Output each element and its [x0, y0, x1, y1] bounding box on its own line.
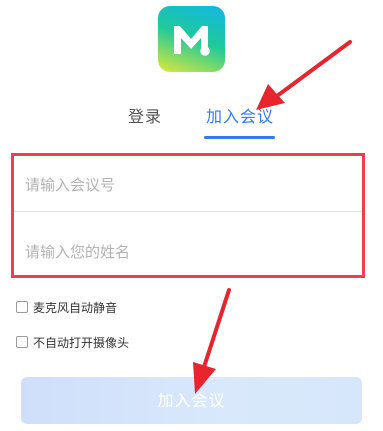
tab-join-meeting[interactable]: 加入会议	[206, 103, 274, 127]
meeting-id-input[interactable]	[23, 156, 347, 214]
app-logo-m-icon	[174, 26, 210, 56]
name-field-container	[14, 223, 362, 281]
active-tab-indicator	[204, 136, 275, 139]
meeting-id-field-container	[14, 156, 362, 214]
join-meeting-button[interactable]: 加入会议	[21, 377, 362, 424]
name-input[interactable]	[23, 223, 347, 281]
tab-login[interactable]: 登录	[128, 103, 162, 127]
app-logo	[158, 6, 225, 72]
tab-bar: 登录 加入会议	[0, 103, 383, 143]
camera-off-label: 不自动打开摄像头	[33, 336, 130, 350]
mic-mute-checkbox[interactable]	[16, 301, 28, 313]
mic-mute-label: 麦克风自动静音	[33, 301, 118, 315]
join-form	[11, 153, 365, 281]
camera-off-checkbox[interactable]	[16, 336, 28, 348]
field-divider	[14, 211, 362, 212]
join-meeting-button-label: 加入会议	[157, 391, 226, 410]
red-arrow-icon	[256, 40, 352, 110]
